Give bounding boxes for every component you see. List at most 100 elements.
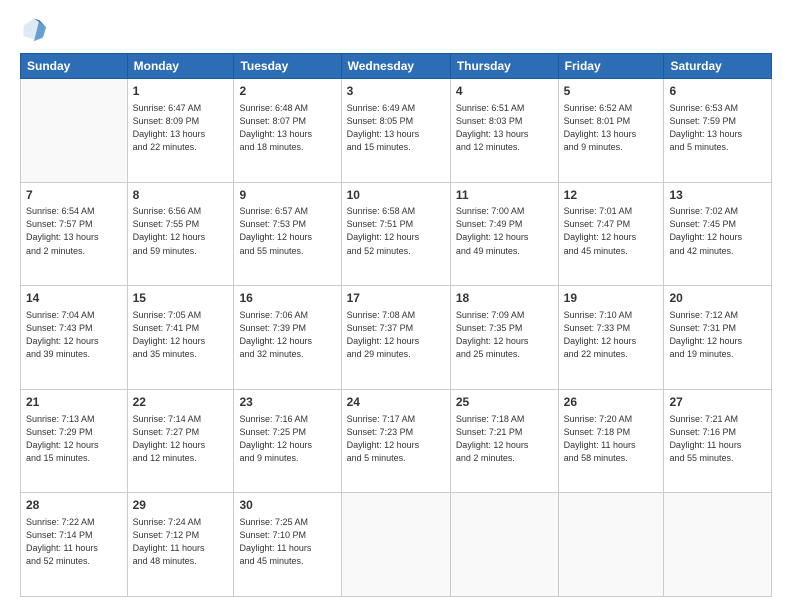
page: SundayMondayTuesdayWednesdayThursdayFrid… (0, 0, 792, 612)
day-number: 6 (669, 83, 766, 100)
weekday-header-tuesday: Tuesday (234, 54, 341, 79)
cell-info: Sunrise: 7:14 AM Sunset: 7:27 PM Dayligh… (133, 413, 229, 465)
day-number: 4 (456, 83, 553, 100)
day-number: 10 (347, 187, 445, 204)
calendar-cell: 27 Sunrise: 7:21 AM Sunset: 7:16 PM Dayli… (664, 389, 772, 493)
cell-info: Sunrise: 7:00 AM Sunset: 7:49 PM Dayligh… (456, 205, 553, 257)
cell-info: Sunrise: 7:10 AM Sunset: 7:33 PM Dayligh… (564, 309, 659, 361)
week-row-5: 28 Sunrise: 7:22 AM Sunset: 7:14 PM Dayli… (21, 493, 772, 597)
cell-info: Sunrise: 7:08 AM Sunset: 7:37 PM Dayligh… (347, 309, 445, 361)
cell-info: Sunrise: 7:17 AM Sunset: 7:23 PM Dayligh… (347, 413, 445, 465)
calendar-cell (21, 79, 128, 183)
weekday-header-saturday: Saturday (664, 54, 772, 79)
day-number: 16 (239, 290, 335, 307)
calendar-cell: 26 Sunrise: 7:20 AM Sunset: 7:18 PM Dayli… (558, 389, 664, 493)
cell-info: Sunrise: 6:56 AM Sunset: 7:55 PM Dayligh… (133, 205, 229, 257)
cell-info: Sunrise: 6:49 AM Sunset: 8:05 PM Dayligh… (347, 102, 445, 154)
calendar-cell: 7Sunrise: 6:54 AM Sunset: 7:57 PM Daylig… (21, 182, 128, 286)
calendar-cell: 16 Sunrise: 7:06 AM Sunset: 7:39 PM Dayli… (234, 286, 341, 390)
day-number: 19 (564, 290, 659, 307)
day-number: 1 (133, 83, 229, 100)
cell-info: Sunrise: 7:21 AM Sunset: 7:16 PM Dayligh… (669, 413, 766, 465)
calendar-cell: 14 Sunrise: 7:04 AM Sunset: 7:43 PM Dayli… (21, 286, 128, 390)
calendar-cell: 8Sunrise: 6:56 AM Sunset: 7:55 PM Daylig… (127, 182, 234, 286)
day-number: 9 (239, 187, 335, 204)
day-number: 29 (133, 497, 229, 514)
week-row-2: 7Sunrise: 6:54 AM Sunset: 7:57 PM Daylig… (21, 182, 772, 286)
calendar-cell: 2 Sunrise: 6:48 AM Sunset: 8:07 PM Daylig… (234, 79, 341, 183)
weekday-header-row: SundayMondayTuesdayWednesdayThursdayFrid… (21, 54, 772, 79)
calendar-cell: 25Sunrise: 7:18 AM Sunset: 7:21 PM Dayli… (450, 389, 558, 493)
calendar-cell: 17 Sunrise: 7:08 AM Sunset: 7:37 PM Dayli… (341, 286, 450, 390)
cell-info: Sunrise: 7:22 AM Sunset: 7:14 PM Dayligh… (26, 516, 122, 568)
calendar-cell: 29 Sunrise: 7:24 AM Sunset: 7:12 PM Dayli… (127, 493, 234, 597)
calendar-cell: 5Sunrise: 6:52 AM Sunset: 8:01 PM Daylig… (558, 79, 664, 183)
calendar-cell: 20 Sunrise: 7:12 AM Sunset: 7:31 PM Dayli… (664, 286, 772, 390)
day-number: 22 (133, 394, 229, 411)
calendar-cell: 18 Sunrise: 7:09 AM Sunset: 7:35 PM Dayli… (450, 286, 558, 390)
calendar-cell: 11Sunrise: 7:00 AM Sunset: 7:49 PM Dayli… (450, 182, 558, 286)
day-number: 8 (133, 187, 229, 204)
cell-info: Sunrise: 6:51 AM Sunset: 8:03 PM Dayligh… (456, 102, 553, 154)
calendar-cell: 1Sunrise: 6:47 AM Sunset: 8:09 PM Daylig… (127, 79, 234, 183)
day-number: 12 (564, 187, 659, 204)
logo (20, 15, 52, 43)
cell-info: Sunrise: 7:12 AM Sunset: 7:31 PM Dayligh… (669, 309, 766, 361)
day-number: 15 (133, 290, 229, 307)
day-number: 14 (26, 290, 122, 307)
weekday-header-friday: Friday (558, 54, 664, 79)
cell-info: Sunrise: 7:24 AM Sunset: 7:12 PM Dayligh… (133, 516, 229, 568)
cell-info: Sunrise: 7:02 AM Sunset: 7:45 PM Dayligh… (669, 205, 766, 257)
day-number: 24 (347, 394, 445, 411)
calendar-cell (664, 493, 772, 597)
cell-info: Sunrise: 6:48 AM Sunset: 8:07 PM Dayligh… (239, 102, 335, 154)
calendar-cell: 30Sunrise: 7:25 AM Sunset: 7:10 PM Dayli… (234, 493, 341, 597)
cell-info: Sunrise: 7:05 AM Sunset: 7:41 PM Dayligh… (133, 309, 229, 361)
weekday-header-wednesday: Wednesday (341, 54, 450, 79)
calendar-cell: 12Sunrise: 7:01 AM Sunset: 7:47 PM Dayli… (558, 182, 664, 286)
calendar-cell: 9Sunrise: 6:57 AM Sunset: 7:53 PM Daylig… (234, 182, 341, 286)
day-number: 20 (669, 290, 766, 307)
logo-icon (20, 15, 48, 43)
calendar-cell: 3 Sunrise: 6:49 AM Sunset: 8:05 PM Daylig… (341, 79, 450, 183)
calendar-table: SundayMondayTuesdayWednesdayThursdayFrid… (20, 53, 772, 597)
day-number: 27 (669, 394, 766, 411)
day-number: 26 (564, 394, 659, 411)
calendar-cell: 19 Sunrise: 7:10 AM Sunset: 7:33 PM Dayli… (558, 286, 664, 390)
calendar-cell: 28 Sunrise: 7:22 AM Sunset: 7:14 PM Dayli… (21, 493, 128, 597)
week-row-4: 21 Sunrise: 7:13 AM Sunset: 7:29 PM Dayli… (21, 389, 772, 493)
day-number: 25 (456, 394, 553, 411)
cell-info: Sunrise: 6:57 AM Sunset: 7:53 PM Dayligh… (239, 205, 335, 257)
day-number: 18 (456, 290, 553, 307)
calendar-cell: 21 Sunrise: 7:13 AM Sunset: 7:29 PM Dayli… (21, 389, 128, 493)
day-number: 17 (347, 290, 445, 307)
cell-info: Sunrise: 7:25 AM Sunset: 7:10 PM Dayligh… (239, 516, 335, 568)
calendar-cell: 4 Sunrise: 6:51 AM Sunset: 8:03 PM Daylig… (450, 79, 558, 183)
cell-info: Sunrise: 7:01 AM Sunset: 7:47 PM Dayligh… (564, 205, 659, 257)
cell-info: Sunrise: 7:20 AM Sunset: 7:18 PM Dayligh… (564, 413, 659, 465)
cell-info: Sunrise: 7:06 AM Sunset: 7:39 PM Dayligh… (239, 309, 335, 361)
calendar-cell (450, 493, 558, 597)
cell-info: Sunrise: 7:04 AM Sunset: 7:43 PM Dayligh… (26, 309, 122, 361)
cell-info: Sunrise: 7:09 AM Sunset: 7:35 PM Dayligh… (456, 309, 553, 361)
day-number: 28 (26, 497, 122, 514)
weekday-header-monday: Monday (127, 54, 234, 79)
calendar-cell: 13Sunrise: 7:02 AM Sunset: 7:45 PM Dayli… (664, 182, 772, 286)
day-number: 5 (564, 83, 659, 100)
calendar-cell: 10Sunrise: 6:58 AM Sunset: 7:51 PM Dayli… (341, 182, 450, 286)
calendar-cell (341, 493, 450, 597)
calendar-cell: 22 Sunrise: 7:14 AM Sunset: 7:27 PM Dayli… (127, 389, 234, 493)
cell-info: Sunrise: 7:13 AM Sunset: 7:29 PM Dayligh… (26, 413, 122, 465)
cell-info: Sunrise: 6:58 AM Sunset: 7:51 PM Dayligh… (347, 205, 445, 257)
week-row-1: 1Sunrise: 6:47 AM Sunset: 8:09 PM Daylig… (21, 79, 772, 183)
calendar-cell (558, 493, 664, 597)
day-number: 21 (26, 394, 122, 411)
weekday-header-thursday: Thursday (450, 54, 558, 79)
day-number: 13 (669, 187, 766, 204)
cell-info: Sunrise: 6:54 AM Sunset: 7:57 PM Dayligh… (26, 205, 122, 257)
header (20, 15, 772, 43)
day-number: 3 (347, 83, 445, 100)
day-number: 2 (239, 83, 335, 100)
calendar-cell: 24 Sunrise: 7:17 AM Sunset: 7:23 PM Dayli… (341, 389, 450, 493)
day-number: 23 (239, 394, 335, 411)
